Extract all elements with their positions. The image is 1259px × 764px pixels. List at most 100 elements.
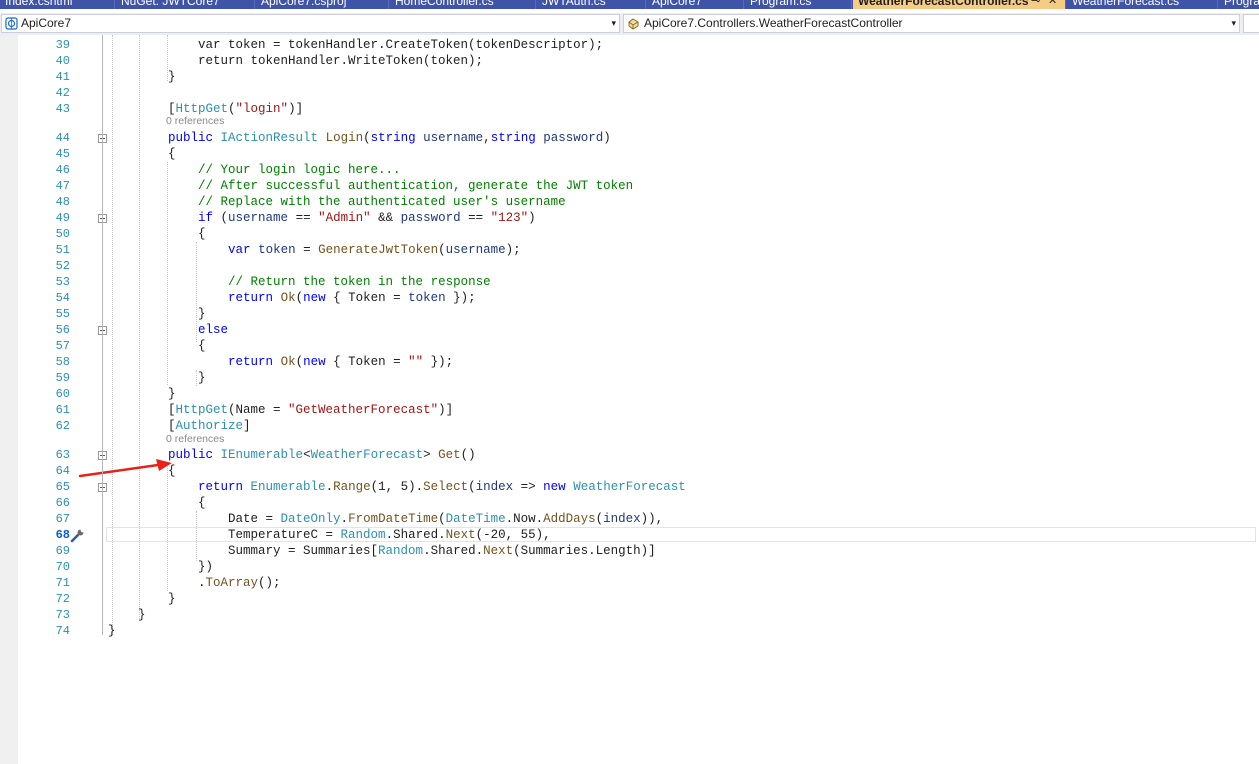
tab-label: Index.cshtml xyxy=(5,0,73,8)
code-line[interactable]: return Ok(new { Token = token }); xyxy=(108,290,476,306)
line-number: 68 xyxy=(55,528,70,542)
code-line[interactable]: else xyxy=(108,322,228,338)
document-tab[interactable]: HomeController.cs xyxy=(390,0,536,9)
line-number: 59 xyxy=(55,371,70,385)
code-line[interactable]: // Your login logic here... xyxy=(108,162,401,178)
code-token: "123" xyxy=(490,211,529,225)
code-token: return xyxy=(198,480,244,494)
code-line[interactable]: if (username == "Admin" && password == "… xyxy=(108,210,536,226)
code-token: new xyxy=(303,355,326,369)
code-line[interactable]: TemperatureC = Random.Shared.Next(-20, 5… xyxy=(108,527,551,543)
code-line[interactable]: } xyxy=(108,370,206,386)
tab-label: ApiCore7 xyxy=(652,0,703,8)
code-line[interactable]: return Enumerable.Range(1, 5).Select(ind… xyxy=(108,479,686,495)
document-tab[interactable]: Progra xyxy=(1219,0,1259,9)
code-line[interactable]: var token = tokenHandler.CreateToken(tok… xyxy=(108,37,603,53)
code-line[interactable]: Date = DateOnly.FromDateTime(DateTime.No… xyxy=(108,511,663,527)
line-number: 54 xyxy=(55,291,70,305)
line-number: 47 xyxy=(55,179,70,193)
tab-weatherforecastcontroller-active[interactable]: WeatherForecastController.cs ⊸ ✕ xyxy=(853,0,1066,9)
code-line[interactable]: { xyxy=(108,226,206,242)
code-token: ] xyxy=(243,419,251,433)
code-token: { Token = xyxy=(325,355,409,369)
code-line[interactable]: return Ok(new { Token = "" }); xyxy=(108,354,453,370)
code-token: Date = xyxy=(108,512,281,526)
document-tab[interactable]: Index.cshtml xyxy=(0,0,115,9)
code-token: } xyxy=(108,592,176,606)
line-number: 40 xyxy=(55,54,70,68)
codelens-references[interactable]: 0 references xyxy=(166,434,224,445)
code-token: Ok xyxy=(280,355,296,369)
code-token: } xyxy=(108,624,116,638)
line-number: 69 xyxy=(55,544,70,558)
code-token: // Return the token in the response xyxy=(228,275,491,289)
code-line[interactable]: { xyxy=(108,495,206,511)
code-line[interactable]: // Replace with the authenticated user's… xyxy=(108,194,566,210)
document-tab[interactable]: WeatherForecast.cs xyxy=(1067,0,1218,9)
navigation-bar: ApiCore7 ▾ ApiCore7.Controllers.WeatherF… xyxy=(0,13,1259,35)
member-dropdown[interactable] xyxy=(1243,14,1259,33)
code-line[interactable]: } xyxy=(108,386,176,402)
document-tab[interactable]: Program.cs xyxy=(745,0,852,9)
code-line[interactable]: [HttpGet(Name = "GetWeatherForecast")] xyxy=(108,402,453,418)
code-token: { xyxy=(108,227,206,241)
code-line[interactable]: { xyxy=(108,338,206,354)
code-token: public xyxy=(168,448,214,462)
project-dropdown[interactable]: ApiCore7 ▾ xyxy=(1,14,620,33)
document-tab[interactable]: JWTAuth.cs xyxy=(537,0,646,9)
code-token: Random xyxy=(340,528,386,542)
code-line[interactable]: return tokenHandler.WriteToken(token); xyxy=(108,53,483,69)
code-line[interactable]: } xyxy=(108,69,176,85)
code-line[interactable]: .ToArray(); xyxy=(108,575,281,591)
code-token: Select xyxy=(423,480,469,494)
document-tab[interactable]: NuGet: JWTCore7 xyxy=(116,0,255,9)
code-line[interactable]: Summary = Summaries[Random.Shared.Next(S… xyxy=(108,543,656,559)
close-icon[interactable]: ✕ xyxy=(1048,0,1057,9)
code-token: < xyxy=(303,448,311,462)
code-token: }); xyxy=(423,355,454,369)
line-number: 62 xyxy=(55,419,70,433)
class-icon xyxy=(628,18,639,30)
screwdriver-quick-action-icon[interactable] xyxy=(70,527,86,543)
code-token: ( xyxy=(438,512,446,526)
code-token: ) xyxy=(528,211,536,225)
class-scope-dropdown[interactable]: ApiCore7.Controllers.WeatherForecastCont… xyxy=(623,14,1240,33)
code-line[interactable]: public IActionResult Login(string userna… xyxy=(108,130,611,146)
code-token: else xyxy=(198,323,229,337)
code-token: Authorize xyxy=(175,419,244,433)
code-line[interactable]: // Return the token in the response xyxy=(108,274,491,290)
code-token: (); xyxy=(258,576,281,590)
code-token: } xyxy=(108,307,206,321)
code-line[interactable]: } xyxy=(108,591,176,607)
code-token: "" xyxy=(408,355,424,369)
code-line[interactable]: }) xyxy=(108,559,213,575)
code-token: .Shared. xyxy=(385,528,446,542)
line-number: 49 xyxy=(55,211,70,225)
code-line[interactable]: // After successful authentication, gene… xyxy=(108,178,633,194)
code-line[interactable]: [Authorize] xyxy=(108,418,251,434)
code-token: "GetWeatherForecast" xyxy=(288,403,439,417)
code-token: { Token = xyxy=(325,291,409,305)
code-token: } xyxy=(108,70,176,84)
code-line[interactable]: var token = GenerateJwtToken(username); xyxy=(108,242,521,258)
code-token: password xyxy=(400,211,461,225)
document-tab[interactable]: ApiCore7.csproj xyxy=(256,0,389,9)
line-number: 67 xyxy=(55,512,70,526)
code-line[interactable]: } xyxy=(108,607,146,623)
line-number: 58 xyxy=(55,355,70,369)
code-line[interactable]: { xyxy=(108,146,176,162)
codelens-references[interactable]: 0 references xyxy=(166,116,224,127)
document-tab[interactable]: ApiCore7 xyxy=(647,0,744,9)
pin-icon[interactable]: ⊸ xyxy=(1031,0,1040,9)
code-token: && xyxy=(370,211,401,225)
line-number: 48 xyxy=(55,195,70,209)
code-line[interactable]: } xyxy=(108,306,206,322)
code-token: Random xyxy=(378,544,424,558)
code-line[interactable]: } xyxy=(108,623,116,639)
code-editor[interactable]: 39 40 41 42 43 44 45 46 47 48 49 50 51 52 53 54 55 56 57 58… xyxy=(0,35,1259,764)
